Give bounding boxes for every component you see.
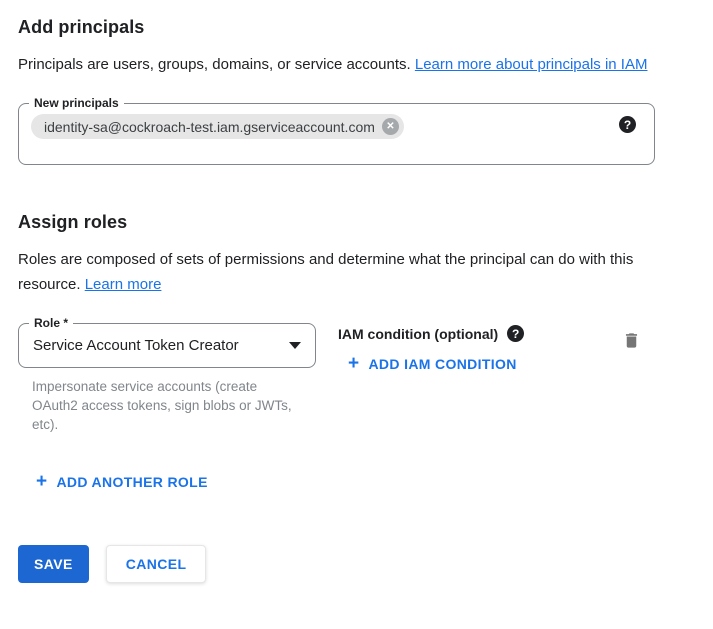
plus-icon: + — [348, 354, 359, 373]
chevron-down-icon — [289, 342, 301, 349]
iam-condition-help-icon[interactable]: ? — [507, 325, 524, 342]
delete-role-button[interactable] — [622, 331, 641, 350]
help-icon-glyph: ? — [512, 328, 519, 340]
new-principals-field[interactable]: New principals identity-sa@cockroach-tes… — [18, 103, 655, 165]
new-principals-help-icon[interactable]: ? — [619, 116, 636, 133]
action-bar: SAVE CANCEL — [18, 545, 695, 583]
learn-more-roles-link[interactable]: Learn more — [85, 276, 162, 293]
assign-roles-description: Roles are composed of sets of permission… — [18, 247, 666, 297]
iam-condition-column: IAM condition (optional) ? + ADD IAM CON… — [338, 323, 524, 374]
cancel-button[interactable]: CANCEL — [106, 545, 207, 583]
role-column: Role * Service Account Token Creator Imp… — [18, 323, 316, 434]
add-another-role-label: ADD ANOTHER ROLE — [56, 474, 207, 490]
role-label: Role * — [29, 315, 73, 331]
iam-condition-label-row: IAM condition (optional) ? — [338, 325, 524, 342]
role-select[interactable]: Role * Service Account Token Creator — [18, 323, 316, 368]
trash-icon — [622, 331, 641, 350]
add-iam-condition-button[interactable]: + ADD IAM CONDITION — [348, 354, 517, 373]
role-selected-value: Service Account Token Creator — [33, 337, 281, 354]
add-another-role-button[interactable]: + ADD ANOTHER ROLE — [36, 472, 208, 491]
add-principals-panel: Add principals Principals are users, gro… — [0, 0, 713, 583]
chip-remove-button[interactable]: ✕ — [382, 118, 399, 135]
principal-chip[interactable]: identity-sa@cockroach-test.iam.gservicea… — [31, 114, 404, 139]
page-title: Add principals — [18, 16, 695, 38]
principals-description: Principals are users, groups, domains, o… — [18, 52, 666, 77]
help-icon-glyph: ? — [624, 119, 631, 131]
role-assignment-row: Role * Service Account Token Creator Imp… — [18, 323, 695, 434]
learn-more-principals-link[interactable]: Learn more about principals in IAM — [415, 56, 648, 73]
plus-icon: + — [36, 472, 47, 491]
save-button[interactable]: SAVE — [18, 545, 89, 583]
iam-condition-label: IAM condition (optional) — [338, 326, 498, 342]
principal-chip-value: identity-sa@cockroach-test.iam.gservicea… — [44, 119, 375, 135]
role-helper-text: Impersonate service accounts (create OAu… — [32, 377, 304, 434]
close-icon: ✕ — [386, 122, 394, 132]
assign-roles-title: Assign roles — [18, 211, 695, 233]
principals-description-text: Principals are users, groups, domains, o… — [18, 56, 411, 73]
new-principals-label: New principals — [29, 95, 124, 111]
add-iam-condition-label: ADD IAM CONDITION — [368, 356, 516, 372]
